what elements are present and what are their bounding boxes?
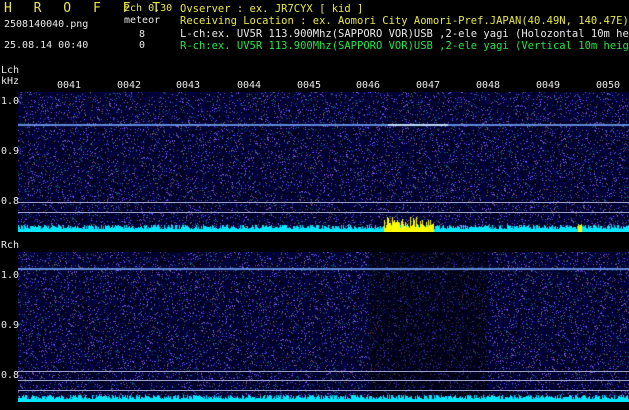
observer-line: Ovserver : ex. JR7CYX [ kid ] <box>180 3 364 15</box>
lch-label: Lch <box>1 65 20 76</box>
time-label-0047: 0047 <box>416 80 441 91</box>
lch-meteor-count: 8 <box>139 29 146 40</box>
time-label-0049: 0049 <box>536 80 561 91</box>
time-label-0044: 0044 <box>237 80 262 91</box>
rch-ytick-0-8: 0.8 <box>1 370 20 381</box>
lch-gridline-lower <box>18 212 629 213</box>
rch-ytick-1-0: 1.0 <box>1 270 20 281</box>
rch-gridline-bottom <box>18 390 629 391</box>
time-label-0046: 0046 <box>356 80 381 91</box>
time-label-0043: 0043 <box>176 80 201 91</box>
lch-info-line: L-ch:ex. UV5R 113.900Mhz(SAPPORO VOR)USB… <box>180 28 629 40</box>
time-label-0048: 0048 <box>476 80 501 91</box>
time-label-0041: 0041 <box>57 80 82 91</box>
lch-unit: kHz <box>1 76 20 87</box>
rch-ytick-0-9: 0.9 <box>1 320 20 331</box>
hroft-window: H R O F F T 2ch 0.30 2508140040.png mete… <box>0 0 629 410</box>
rch-gridline-lower <box>18 380 629 381</box>
location-line: Receiving Location : ex. Aomori City Aom… <box>180 15 629 27</box>
lch-ytick-0-8: 0.8 <box>1 196 20 207</box>
filename: 2508140040.png <box>4 19 89 30</box>
lch-gridline-upper <box>18 202 629 203</box>
rch-info-line: R-ch:ex. UV5R 113.900Mhz(SAPPORO VOR)USB… <box>180 40 629 52</box>
lch-ytick-1-0: 1.0 <box>1 96 20 107</box>
time-label-0042: 0042 <box>117 80 142 91</box>
lch-ytick-0-9: 0.9 <box>1 146 20 157</box>
mode-label: 2ch 0.30 <box>124 3 173 14</box>
time-label-0050: 0050 <box>596 80 621 91</box>
rch-meteor-count: 0 <box>139 40 146 51</box>
rch-label: Rch <box>1 240 20 251</box>
rch-gridline-upper <box>18 371 629 372</box>
meteor-label: meteor <box>124 15 161 26</box>
datetime: 25.08.14 00:40 <box>4 40 89 51</box>
lch-spectrogram <box>18 92 629 232</box>
time-label-0045: 0045 <box>297 80 322 91</box>
